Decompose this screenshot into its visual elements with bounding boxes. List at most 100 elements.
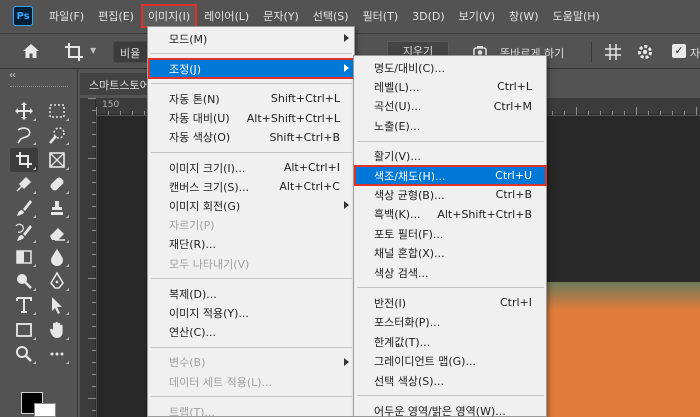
menu-item-shortcut: Ctrl+M: [493, 99, 532, 113]
type-icon[interactable]: [10, 293, 38, 317]
background-color-swatch[interactable]: [34, 403, 56, 417]
menu-4[interactable]: 문자(Y): [257, 5, 305, 27]
ratio-select[interactable]: 비율: [113, 41, 149, 63]
panel-grip[interactable]: [10, 86, 68, 88]
menu-item-2[interactable]: 곡선(U)... Ctrl+M: [355, 97, 546, 116]
overlay-grid-icon[interactable]: [604, 43, 622, 64]
ruler-tick: [92, 146, 96, 147]
menu-item-label: 그레이디언트 맵(G)...: [374, 355, 476, 369]
pen-icon[interactable]: [43, 269, 71, 293]
collapse-panel-icon[interactable]: ‹‹: [9, 70, 16, 81]
eyedropper-icon[interactable]: [10, 172, 38, 196]
delete-cropped-checkbox[interactable]: ✓: [672, 44, 686, 58]
brush-icon[interactable]: [10, 196, 38, 220]
ruler-tick: [600, 111, 601, 115]
photoshop-logo-icon[interactable]: Ps: [13, 6, 33, 26]
menu-item-5[interactable]: 자동 대비(U) Alt+Shift+Ctrl+L: [149, 109, 354, 128]
menu-item-shortcut: Alt+Ctrl+C: [279, 180, 340, 194]
eraser-icon[interactable]: [43, 221, 71, 245]
menu-item-3[interactable]: 노출(E)...: [355, 116, 546, 135]
vertical-ruler[interactable]: [80, 98, 96, 417]
rectangle-icon[interactable]: [10, 318, 38, 342]
menu-item-14[interactable]: 포스터화(P)...: [355, 313, 546, 332]
home-icon[interactable]: [22, 43, 40, 62]
menu-9[interactable]: 창(W): [503, 5, 545, 27]
menu-item-9[interactable]: 캔버스 크기(S)... Alt+Ctrl+C: [149, 177, 354, 196]
frame-icon[interactable]: [43, 148, 71, 172]
ruler-tick: [92, 374, 96, 375]
menu-item-9[interactable]: 포토 필터(F)...: [355, 224, 546, 243]
menu-item-8[interactable]: 흑백(K)... Alt+Shift+Ctrl+B: [355, 205, 546, 224]
menu-item-11[interactable]: 색상 검색...: [355, 263, 546, 282]
dodge-icon[interactable]: [10, 269, 38, 293]
zoom-icon[interactable]: [10, 342, 38, 366]
stamp-icon[interactable]: [43, 196, 71, 220]
menu-item-12[interactable]: 재단(R)...: [149, 235, 354, 254]
menu-item-16[interactable]: 그레이디언트 맵(G)...: [355, 352, 546, 371]
menu-item-17[interactable]: 선택 색상(S)...: [355, 371, 546, 390]
chevron-down-icon[interactable]: ▼: [90, 46, 96, 55]
ruler-tick: [624, 111, 625, 115]
healing-icon[interactable]: [43, 172, 71, 196]
menu-item-17[interactable]: 연산(C)...: [149, 323, 354, 342]
menu-10[interactable]: 도움말(H): [547, 5, 606, 27]
blur-icon[interactable]: [43, 245, 71, 269]
gear-icon[interactable]: [636, 43, 654, 64]
menu-item-15[interactable]: 한계값(T)...: [355, 332, 546, 351]
menu-item-label: 반전(I): [374, 296, 407, 310]
move-icon[interactable]: [10, 99, 38, 123]
ruler-tick: [92, 194, 96, 195]
menu-8[interactable]: 보기(V): [453, 5, 501, 27]
menu-item-label: 자동 색상(O): [169, 131, 231, 145]
menu-separator: [151, 346, 352, 348]
menu-item-7[interactable]: 색상 균형(B)... Ctrl+B: [355, 185, 546, 204]
gradient-icon[interactable]: [10, 245, 38, 269]
menu-item-2[interactable]: 조정(J): [148, 58, 355, 80]
lasso-icon[interactable]: [10, 123, 38, 147]
menu-item-shortcut: Alt+Shift+Ctrl+B: [437, 207, 532, 221]
ruler-tick: [92, 122, 96, 123]
ruler-tick: [96, 107, 97, 115]
more-icon[interactable]: [43, 342, 71, 366]
menu-item-1[interactable]: 레벨(L)... Ctrl+L: [355, 77, 546, 96]
menu-item-0[interactable]: 명도/대비(C)...: [355, 58, 546, 77]
document-tab[interactable]: 스마트스토어: [80, 73, 150, 95]
menu-item-6[interactable]: 자동 색상(O) Shift+Ctrl+B: [149, 128, 354, 147]
menu-2[interactable]: 이미지(I): [140, 4, 198, 28]
menu-0[interactable]: 파일(F): [43, 5, 90, 27]
menu-7[interactable]: 3D(D): [406, 5, 451, 27]
menu-separator: [357, 395, 544, 397]
path-select-icon[interactable]: [43, 293, 71, 317]
quick-select-icon[interactable]: [43, 123, 71, 147]
ruler-tick: [92, 302, 96, 303]
menu-item-5[interactable]: 활기(V)...: [355, 147, 546, 166]
marquee-icon[interactable]: [43, 99, 71, 123]
history-brush-icon[interactable]: [10, 221, 38, 245]
menu-item-6[interactable]: 색조/채도(H)... Ctrl+U: [354, 165, 547, 186]
crop-tool-preset-icon[interactable]: [64, 42, 84, 65]
ruler-tick: [92, 386, 96, 387]
menu-item-15[interactable]: 복제(D)...: [149, 284, 354, 303]
menu-separator: [151, 396, 352, 398]
menu-item-label: 변수(B): [169, 356, 206, 370]
menu-item-4[interactable]: 자동 톤(N) Shift+Ctrl+L: [149, 89, 354, 108]
menu-item-10[interactable]: 채널 혼합(X)...: [355, 244, 546, 263]
delete-cropped-label: 자: [690, 47, 700, 60]
menu-separator: [151, 53, 352, 55]
menu-item-16[interactable]: 이미지 적용(Y)...: [149, 303, 354, 322]
menu-1[interactable]: 편집(E): [92, 5, 140, 27]
crop-icon[interactable]: [10, 147, 38, 172]
menu-item-10[interactable]: 이미지 회전(G): [149, 196, 354, 215]
menu-3[interactable]: 레이어(L): [198, 5, 255, 27]
menu-item-8[interactable]: 이미지 크기(I)... Alt+Ctrl+I: [149, 158, 354, 177]
menu-item-label: 포스터화(P)...: [374, 316, 441, 330]
menu-separator: [357, 140, 544, 142]
submenu-arrow-icon: [344, 34, 349, 42]
menu-item-0[interactable]: 모드(M): [149, 29, 354, 48]
menu-5[interactable]: 선택(S): [307, 5, 355, 27]
menu-6[interactable]: 필터(T): [357, 5, 405, 27]
hand-icon[interactable]: [43, 318, 71, 342]
menu-item-19[interactable]: 어두운 영역/밝은 영역(W)...: [355, 401, 546, 417]
menu-item-13[interactable]: 반전(I) Ctrl+I: [355, 293, 546, 312]
ruler-tick: [108, 111, 109, 115]
